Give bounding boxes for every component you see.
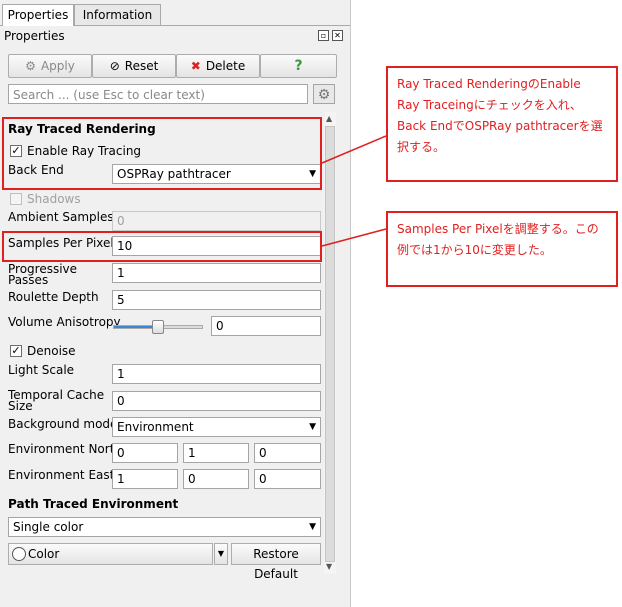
tab-properties[interactable]: Properties — [2, 4, 74, 26]
connector-line-1 — [321, 135, 387, 164]
connector-line-2 — [321, 228, 387, 247]
callout-box-2: Samples Per Pixelを調整する。この例では1から10に変更した。 — [386, 211, 618, 287]
callout-box-1: Ray Traced RenderingのEnable Ray Traceing… — [386, 66, 618, 182]
